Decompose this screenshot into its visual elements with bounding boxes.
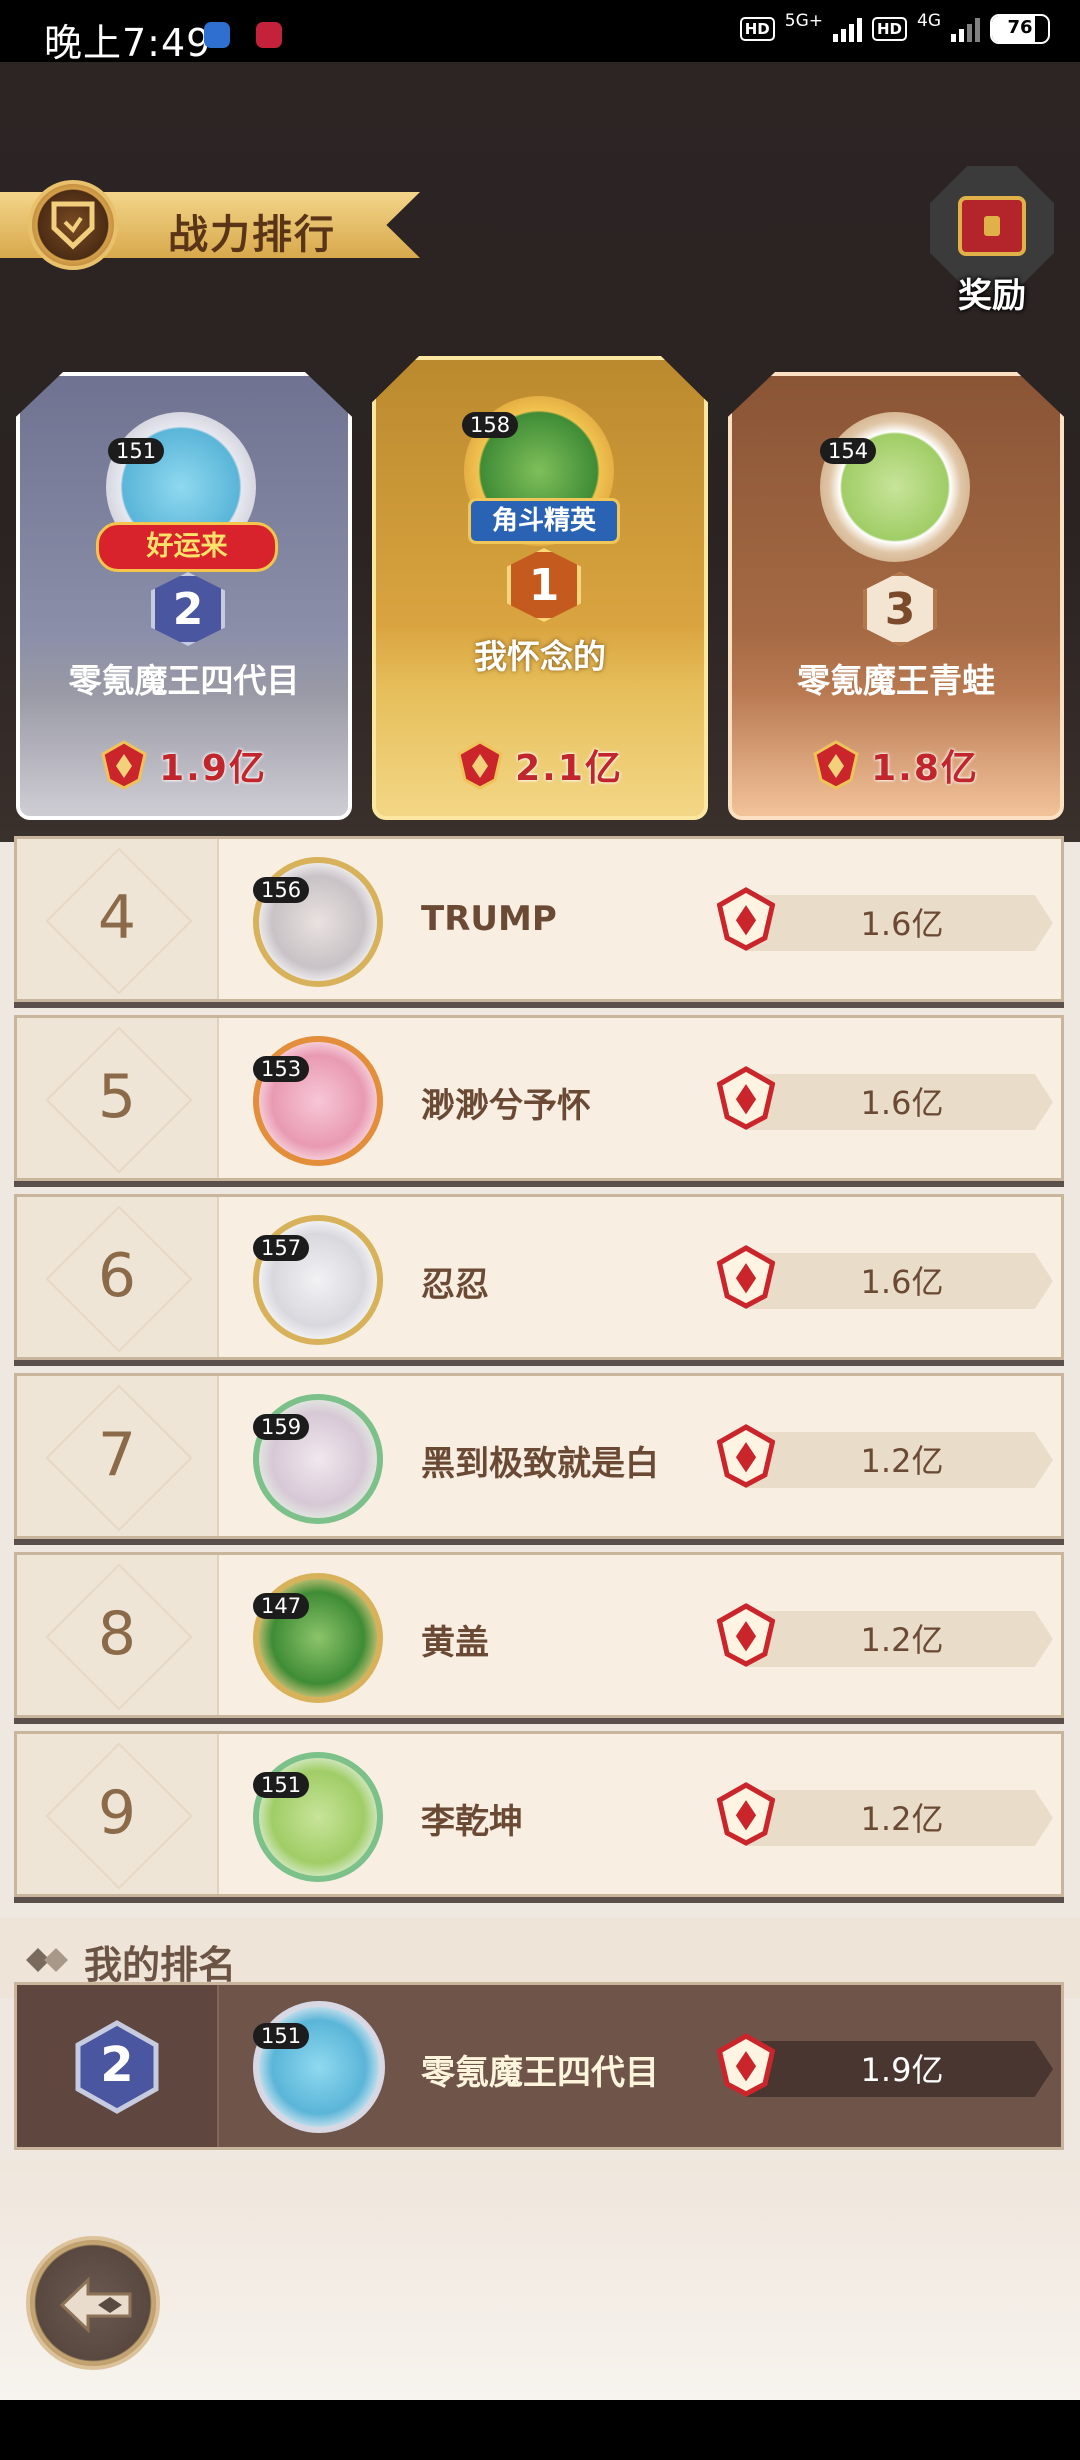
signal-icon (951, 16, 980, 42)
player-name: 黑到极致就是白 (421, 1444, 659, 1484)
player-name: 零氪魔王四代目 (421, 2053, 659, 2093)
power-icon (717, 2033, 775, 2097)
power-value: 1.6亿 (860, 1084, 944, 1122)
power-value: 1.2亿 (860, 1442, 944, 1480)
power-icon (717, 1603, 775, 1667)
avatar (253, 2001, 385, 2133)
power-icon (717, 1782, 775, 1846)
app-notification-icon (256, 22, 282, 48)
rank-number: 5 (97, 1062, 137, 1132)
title-ribbon: 战力排行 (0, 180, 430, 272)
podium-score: 1.9亿 (16, 710, 352, 820)
level-badge: 158 (462, 412, 519, 438)
hd-indicator: HD (739, 17, 775, 41)
elite-badge: 角斗精英 (468, 498, 620, 544)
podium-score: 2.1亿 (372, 710, 708, 820)
podium-card-rank-1[interactable]: 158 角斗精英 1 我怀念的 2.1亿 (372, 356, 708, 820)
hd-indicator: HD (871, 17, 907, 41)
status-bar: 晚上7:49 HD 5G+ HD 4G 76 (0, 0, 1080, 65)
back-arrow-icon (59, 2276, 132, 2334)
power-value: 1.2亿 (860, 1800, 944, 1838)
bottom-background (0, 2160, 1080, 2400)
list-item[interactable]: 7 159 黑到极致就是白 1.2亿 (14, 1373, 1064, 1539)
podium-score: 1.8亿 (728, 710, 1064, 820)
power-value: 1.2亿 (860, 1621, 944, 1659)
power-value: 1.6亿 (860, 905, 944, 943)
list-item[interactable]: 5 153 渺渺兮予怀 1.6亿 (14, 1015, 1064, 1181)
reward-button[interactable]: 奖励 (928, 166, 1056, 316)
list-item[interactable]: 9 151 李乾坤 1.2亿 (14, 1731, 1064, 1897)
avatar (820, 412, 970, 562)
player-name: 渺渺兮予怀 (421, 1086, 591, 1126)
list-item[interactable]: 4 156 TRUMP 1.6亿 (14, 836, 1064, 1002)
rank-number: 6 (97, 1241, 137, 1311)
network-type: 5G+ (784, 11, 823, 31)
back-button[interactable] (26, 2236, 160, 2370)
rank-number: 2 (100, 2037, 134, 2093)
podium-name: 零氪魔王四代目 (68, 661, 300, 700)
shield-icon (28, 180, 118, 270)
level-badge: 153 (253, 1056, 310, 1082)
power-value: 1.6亿 (860, 1263, 944, 1301)
level-badge: 147 (253, 1593, 310, 1619)
level-badge: 151 (108, 438, 165, 464)
rank-number: 4 (97, 883, 137, 953)
power-icon (717, 1245, 775, 1309)
power-icon (717, 1066, 775, 1130)
treasure-chest-icon (958, 196, 1026, 256)
list-item[interactable]: 8 147 黄盖 1.2亿 (14, 1552, 1064, 1718)
power-icon (457, 740, 503, 790)
lucky-badge: 好运来 (96, 522, 278, 572)
power-icon (717, 1424, 775, 1488)
level-badge: 151 (253, 1772, 310, 1798)
list-item[interactable]: 6 157 忍忍 1.6亿 (14, 1194, 1064, 1360)
my-rank-title: 我的排名 (84, 1943, 237, 1987)
power-icon (717, 887, 775, 951)
rank-number: 7 (97, 1420, 137, 1490)
signal-icon (832, 16, 862, 42)
diamond-arrow-icon (26, 1948, 68, 1972)
podium-card-rank-2[interactable]: 151 好运来 2 零氪魔王四代目 1.9亿 (16, 372, 352, 820)
reward-label: 奖励 (958, 276, 1026, 316)
power-icon (813, 740, 859, 790)
power-value: 1.9亿 (860, 2051, 944, 2089)
player-name: 忍忍 (421, 1265, 489, 1305)
level-badge: 156 (253, 877, 310, 903)
network-type: 4G (917, 11, 941, 31)
my-rank-row[interactable]: 2 151 零氪魔王四代目 1.9亿 (14, 1982, 1064, 2150)
level-badge: 151 (253, 2023, 310, 2049)
podium-card-rank-3[interactable]: 154 3 零氪魔王青蛙 1.8亿 (728, 372, 1064, 820)
rank-number: 8 (97, 1599, 137, 1669)
player-name: 李乾坤 (421, 1802, 523, 1842)
level-badge: 159 (253, 1414, 310, 1440)
podium-name: 零氪魔王青蛙 (797, 661, 995, 700)
player-name: 黄盖 (421, 1623, 489, 1663)
system-nav-bar (0, 2400, 1080, 2460)
rank-number: 9 (97, 1778, 137, 1848)
page-title: 战力排行 (168, 212, 336, 258)
podium-name: 我怀念的 (474, 637, 606, 676)
power-icon (101, 740, 147, 790)
battery-icon: 76 (990, 14, 1050, 44)
status-time: 晚上7:49 (44, 21, 212, 65)
player-name: TRUMP (421, 899, 557, 939)
level-badge: 154 (820, 438, 877, 464)
level-badge: 157 (253, 1235, 310, 1261)
app-notification-icon (204, 22, 230, 48)
